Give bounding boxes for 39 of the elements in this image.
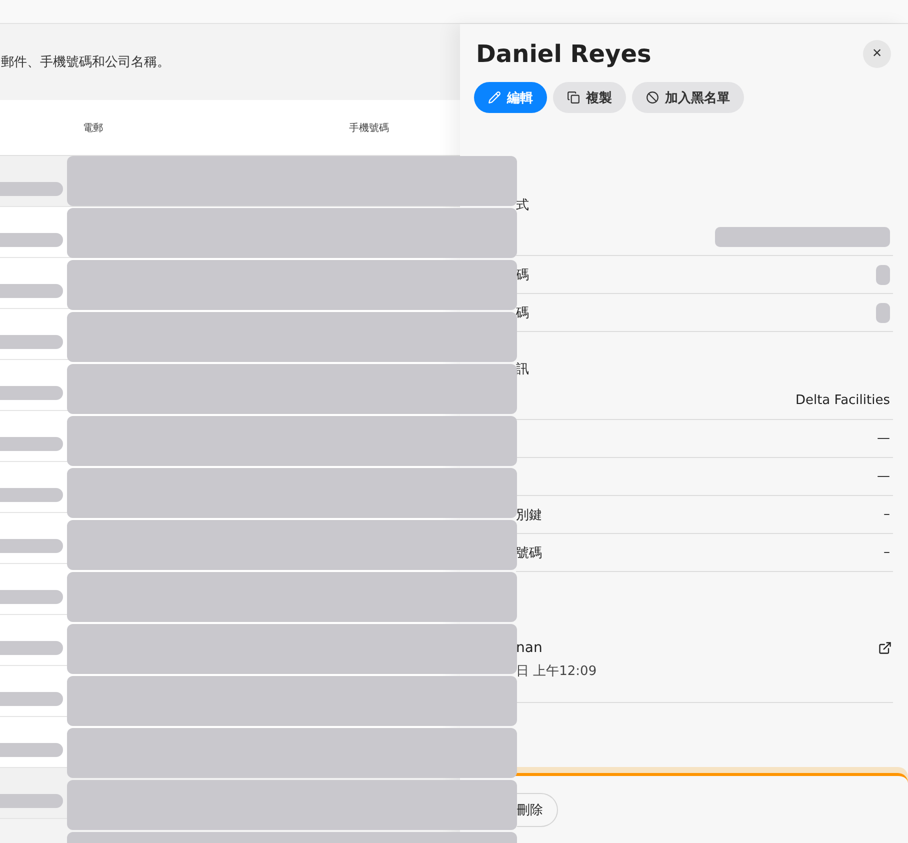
skeleton-bar	[0, 641, 63, 655]
field-value: –	[884, 545, 890, 560]
ban-icon	[646, 91, 659, 104]
field-value: Delta Facilities	[795, 393, 890, 408]
contact-name: Daniel Reyes	[476, 40, 652, 68]
column-header: 電郵	[83, 122, 103, 134]
block-button[interactable]: 加入黑名單	[632, 82, 744, 113]
skeleton-bar	[0, 488, 63, 502]
external-link-icon[interactable]	[878, 641, 892, 655]
pencil-icon	[488, 91, 501, 104]
edit-button[interactable]: 編輯	[474, 82, 547, 113]
field-label: 碼	[516, 266, 529, 284]
section-heading: 式	[516, 197, 529, 214]
masked-value	[876, 302, 890, 322]
skeleton-bar	[0, 794, 63, 808]
timestamp: 日 上午12:09	[516, 663, 598, 680]
skeleton-bar	[0, 539, 63, 553]
field-value: —	[877, 469, 890, 484]
copy-button[interactable]: 複製	[553, 82, 626, 113]
skeleton-bar	[0, 233, 63, 247]
field-value: —	[877, 431, 890, 446]
skeleton-bar	[0, 590, 63, 604]
skeleton-bar	[0, 437, 63, 451]
skeleton-bar	[0, 743, 63, 757]
description-text: 郵件、手機號碼和公司名稱。	[1, 54, 170, 71]
skeleton-bar	[0, 182, 63, 196]
field-label: 碼	[516, 304, 529, 322]
column-header: 手機號碼	[349, 122, 389, 134]
field-label: 別鍵	[516, 506, 542, 524]
field-value: –	[884, 507, 890, 522]
skeleton-bar	[0, 692, 63, 706]
copy-icon	[567, 91, 580, 104]
skeleton-bar	[0, 386, 63, 400]
field-label: 號碼	[516, 544, 542, 562]
owner-name: nan	[516, 640, 542, 656]
masked-value	[876, 264, 890, 284]
close-button[interactable]: ×	[863, 40, 891, 68]
skeleton-bar	[0, 335, 63, 349]
skeleton-bar	[0, 284, 63, 298]
